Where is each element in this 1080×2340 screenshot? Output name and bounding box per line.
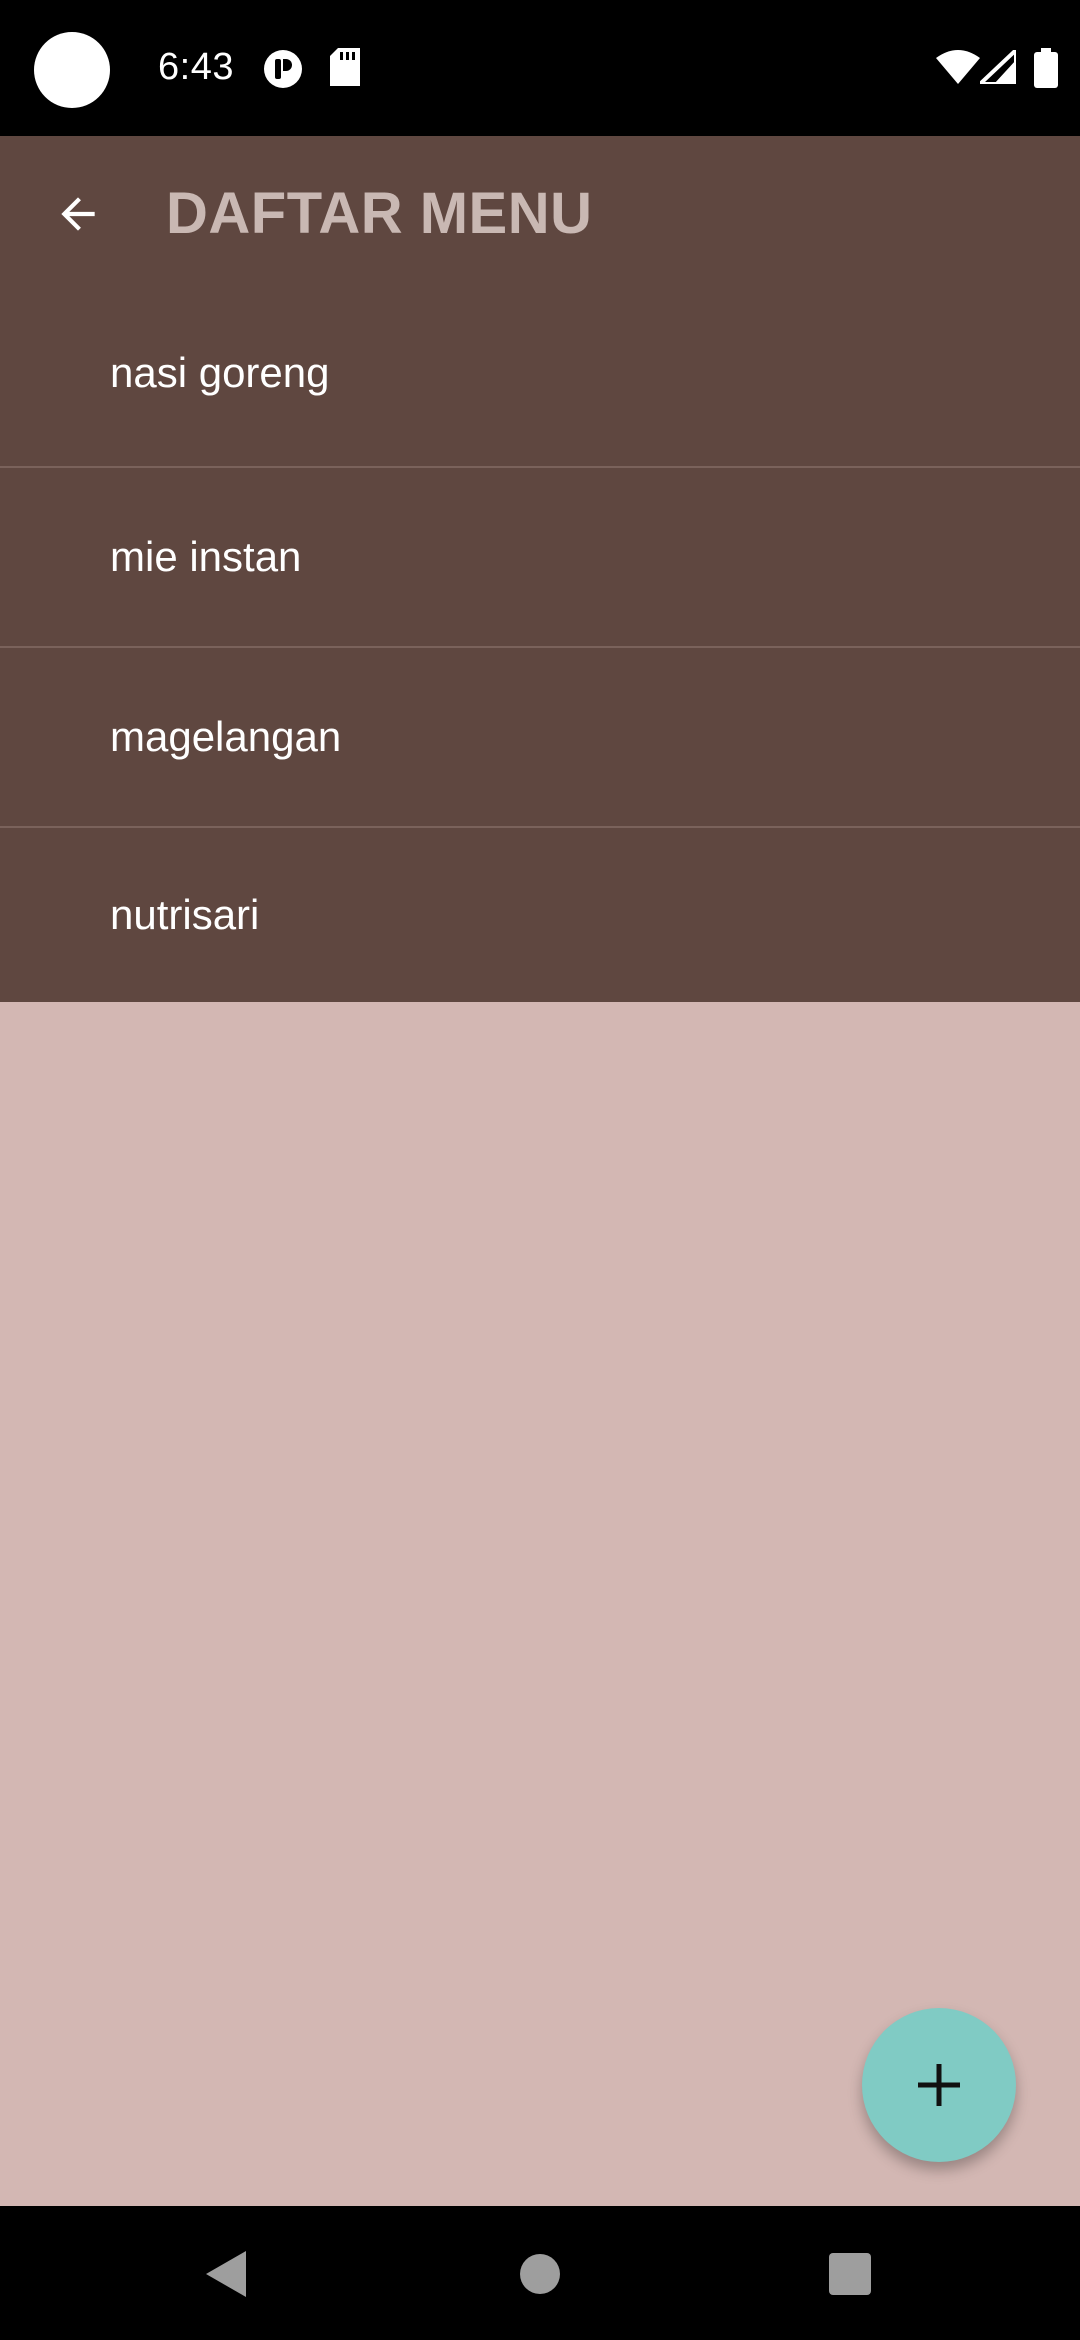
battery-icon [1034,48,1058,93]
list-item[interactable]: mie instan [0,468,1080,648]
list-item-label: nutrisari [110,891,260,938]
list-item[interactable]: nasi goreng [0,296,1080,468]
list-item[interactable]: nutrisari [0,828,1080,1002]
signal-icon [974,45,1018,89]
notification-app-icon [262,48,304,95]
status-time: 6:43 [158,46,234,88]
app-bar: DAFTAR MENU [0,136,1080,296]
back-button[interactable] [36,172,120,256]
nav-home-button[interactable] [500,2234,580,2314]
home-circle-icon [520,2254,560,2294]
navigation-bar [0,2206,1080,2340]
status-bar: 6:43 [0,0,1080,136]
wifi-icon [936,50,980,89]
sd-card-icon [330,48,360,91]
page-title: DAFTAR MENU [166,181,593,246]
plus-icon [918,2064,960,2106]
arrow-back-icon [61,197,95,231]
back-triangle-icon [206,2251,246,2297]
list-item[interactable]: magelangan [0,648,1080,828]
add-menu-fab[interactable] [862,2008,1016,2162]
recents-square-icon [829,2253,871,2295]
nav-recents-button[interactable] [810,2234,890,2314]
list-item-label: nasi goreng [110,348,330,396]
list-item-label: magelangan [110,713,342,760]
camera-hole [34,32,110,108]
phone-screen: 6:43 DAFTAR MENU nasi goreng mie instan … [0,0,1080,2340]
menu-list: nasi goreng mie instan magelangan nutris… [0,296,1080,1002]
list-item-label: mie instan [110,533,302,580]
nav-back-button[interactable] [186,2234,266,2314]
